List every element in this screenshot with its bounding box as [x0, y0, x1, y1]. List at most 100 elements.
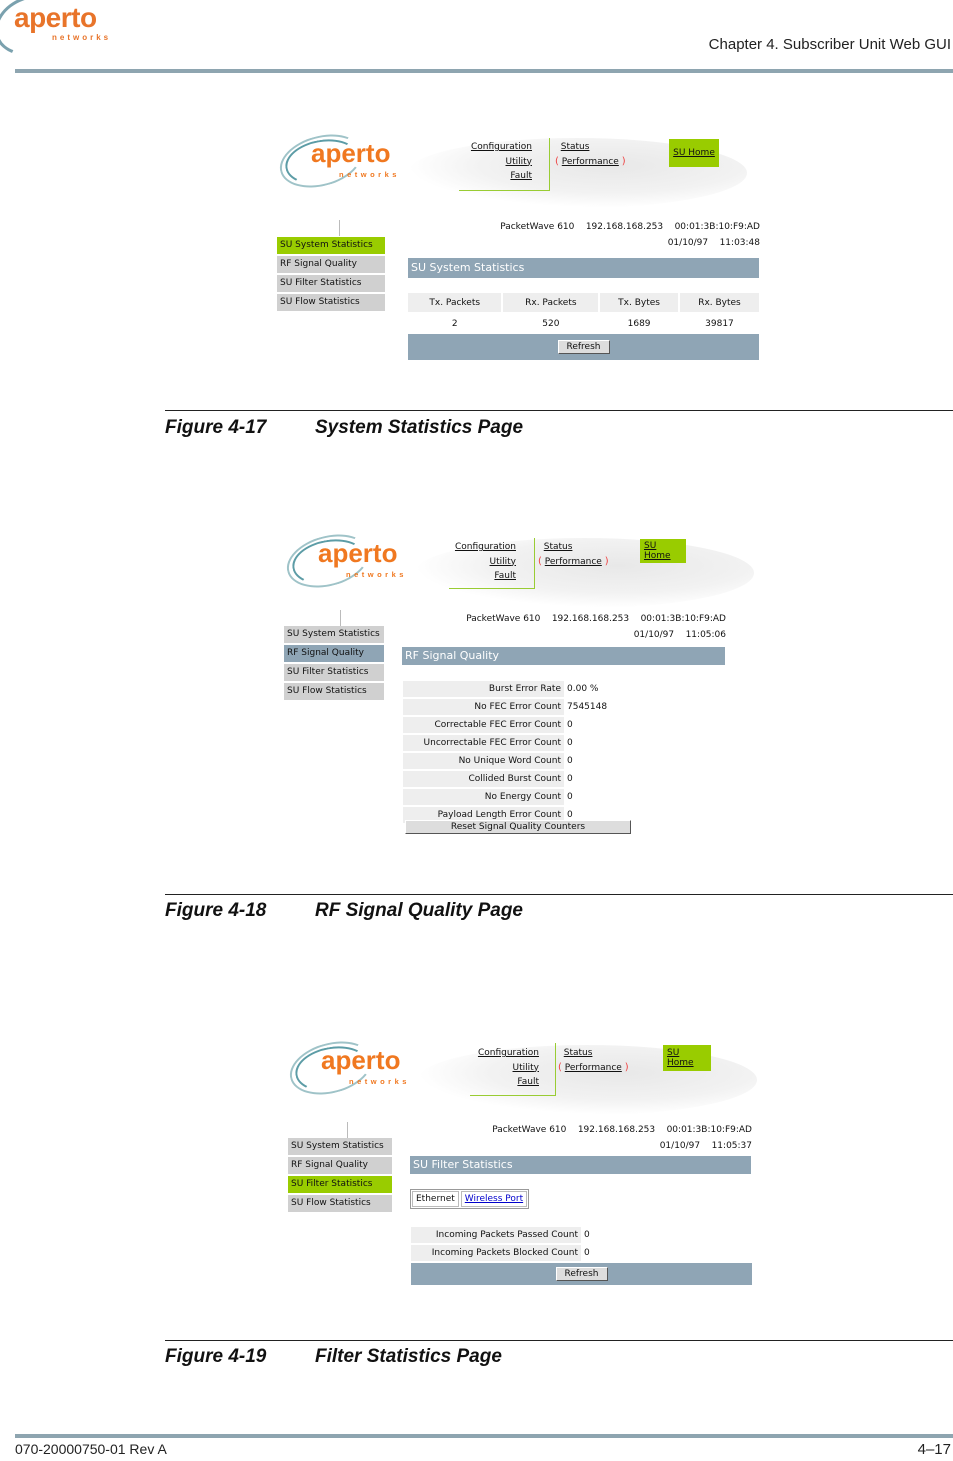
logo-sub: networks: [52, 33, 112, 42]
list-item: Collided Burst Count 0: [403, 771, 607, 787]
nav-utility[interactable]: Utility: [513, 1063, 539, 1073]
nav-performance[interactable]: Performance: [565, 1063, 622, 1073]
nav-performance[interactable]: Performance: [545, 557, 602, 567]
nav-configuration[interactable]: Configuration: [471, 142, 532, 152]
nav-configuration[interactable]: Configuration: [478, 1048, 539, 1058]
page-title: RF Signal Quality: [402, 647, 725, 665]
su-home-button[interactable]: SU Home: [640, 539, 686, 563]
nav-status[interactable]: Status: [564, 1048, 593, 1058]
list-item: No FEC Error Count 7545148: [403, 699, 607, 715]
sidebar-item-system-statistics[interactable]: SU System Statistics: [284, 626, 384, 643]
sidebar-item-filter-statistics[interactable]: SU Filter Statistics: [284, 664, 384, 681]
sidebar-item-rf-signal-quality[interactable]: RF Signal Quality: [288, 1157, 392, 1174]
su-home-button[interactable]: SU Home: [669, 139, 719, 167]
sidebar-item-flow-statistics[interactable]: SU Flow Statistics: [284, 683, 384, 700]
filter-stats-list: Incoming Packets Passed Count 0 Incoming …: [411, 1227, 590, 1263]
aperto-logo: aperto networks: [0, 0, 120, 66]
button-bar: Refresh: [411, 1263, 752, 1285]
figure-caption: Figure 4-18 RF Signal Quality Page: [165, 900, 523, 921]
rf-stats-list: Burst Error Rate 0.00 % No FEC Error Coun…: [403, 681, 607, 825]
page-title: SU System Statistics: [408, 258, 759, 278]
nav-fault[interactable]: Fault: [510, 171, 532, 181]
document-number: 070-20000750-01 Rev A: [15, 1441, 167, 1457]
sidebar-item-rf-signal-quality[interactable]: RF Signal Quality: [277, 256, 385, 273]
tab-ethernet[interactable]: Ethernet: [412, 1191, 459, 1207]
sidebar: SU System Statistics RF Signal Quality S…: [284, 626, 384, 702]
nav-fault[interactable]: Fault: [494, 571, 516, 581]
caption-rule: [165, 1340, 953, 1341]
su-home-link[interactable]: SU Home: [667, 1048, 707, 1068]
su-home-button[interactable]: SU Home: [663, 1045, 711, 1071]
su-home-link[interactable]: SU Home: [673, 148, 715, 158]
table-header-row: Tx. Packets Rx. Packets Tx. Bytes Rx. By…: [408, 293, 759, 312]
page-title: SU Filter Statistics: [410, 1156, 751, 1174]
reset-counters-button[interactable]: Reset Signal Quality Counters: [405, 820, 631, 834]
aperto-logo: aperto networks: [283, 1032, 427, 1104]
nav-utility[interactable]: Utility: [490, 557, 516, 567]
sidebar: SU System Statistics RF Signal Quality S…: [277, 237, 385, 313]
nav-right: Status ( Performance ): [538, 540, 609, 569]
cell-tx-bytes: 1689: [627, 318, 651, 329]
nav-performance[interactable]: Performance: [562, 157, 619, 167]
cell-rx-packets: 520: [542, 318, 560, 329]
nav-left: Configuration Utility Fault: [449, 540, 516, 584]
date-time: 01/10/97 11:05:06: [633, 630, 726, 640]
logo-word: aperto: [14, 2, 97, 33]
button-bar: Refresh: [408, 334, 759, 360]
footer-rule: [15, 1434, 953, 1438]
sidebar-item-flow-statistics[interactable]: SU Flow Statistics: [277, 294, 385, 311]
figure-4-18-screenshot: aperto networks Configuration Utility Fau…: [280, 525, 769, 845]
refresh-button[interactable]: Refresh: [557, 340, 610, 354]
date-time: 01/10/97 11:03:48: [667, 238, 760, 248]
chapter-heading: Chapter 4. Subscriber Unit Web GUI: [708, 36, 951, 53]
figure-caption: Figure 4-19 Filter Statistics Page: [165, 1346, 502, 1367]
caption-rule: [165, 894, 953, 895]
device-info: PacketWave 610 192.168.168.253 00:01:3B:…: [500, 222, 760, 232]
page-number: 4–17: [917, 1441, 951, 1458]
cell-rx-bytes: 39817: [705, 318, 734, 329]
figure-caption: Figure 4-17 System Statistics Page: [165, 417, 524, 438]
nav-right: Status ( Performance ): [555, 140, 626, 169]
device-info: PacketWave 610 192.168.168.253 00:01:3B:…: [492, 1125, 752, 1135]
refresh-button[interactable]: Refresh: [555, 1267, 608, 1281]
nav-left: Configuration Utility Fault: [467, 1046, 539, 1090]
nav-fault[interactable]: Fault: [517, 1077, 539, 1087]
table-row: 2 520 1689 39817: [408, 314, 759, 333]
col-rx-bytes: Rx. Bytes: [679, 293, 759, 312]
sidebar-item-rf-signal-quality[interactable]: RF Signal Quality: [284, 645, 384, 662]
list-item: Burst Error Rate 0.00 %: [403, 681, 607, 697]
divider: [340, 610, 341, 626]
aperto-logo: aperto networks: [273, 125, 417, 197]
nav-utility[interactable]: Utility: [506, 157, 532, 167]
device-info: PacketWave 610 192.168.168.253 00:01:3B:…: [466, 614, 726, 624]
nav-left: Configuration Utility Fault: [462, 140, 532, 184]
nav-configuration[interactable]: Configuration: [455, 542, 516, 552]
col-tx-bytes: Tx. Bytes: [600, 293, 678, 312]
chevron-right-icon: ): [621, 155, 626, 167]
list-item: No Unique Word Count 0: [403, 753, 607, 769]
nav-right: Status ( Performance ): [558, 1046, 629, 1075]
list-item: Correctable FEC Error Count 0: [403, 717, 607, 733]
sidebar: SU System Statistics RF Signal Quality S…: [288, 1138, 392, 1214]
sidebar-item-system-statistics[interactable]: SU System Statistics: [277, 237, 385, 254]
sidebar-item-filter-statistics[interactable]: SU Filter Statistics: [277, 275, 385, 292]
aperto-logo: aperto networks: [280, 525, 424, 597]
nav-status[interactable]: Status: [544, 542, 573, 552]
list-item: No Energy Count 0: [403, 789, 607, 805]
divider: [347, 1122, 348, 1138]
sidebar-item-filter-statistics[interactable]: SU Filter Statistics: [288, 1176, 392, 1193]
su-home-link[interactable]: SU Home: [644, 541, 682, 561]
sidebar-item-flow-statistics[interactable]: SU Flow Statistics: [288, 1195, 392, 1212]
col-tx-packets: Tx. Packets: [408, 293, 502, 312]
caption-rule: [165, 410, 953, 411]
nav-status[interactable]: Status: [561, 142, 590, 152]
header-rule: [15, 69, 953, 73]
port-tabs: Ethernet Wireless Port: [410, 1189, 530, 1209]
sidebar-item-system-statistics[interactable]: SU System Statistics: [288, 1138, 392, 1155]
col-rx-packets: Rx. Packets: [503, 293, 599, 312]
stats-table: Tx. Packets Rx. Packets Tx. Bytes Rx. By…: [406, 291, 761, 335]
chevron-left-icon: (: [558, 1061, 562, 1073]
chevron-right-icon: ): [624, 1061, 629, 1073]
tab-wireless-port[interactable]: Wireless Port: [460, 1191, 528, 1207]
chevron-left-icon: (: [555, 155, 559, 167]
